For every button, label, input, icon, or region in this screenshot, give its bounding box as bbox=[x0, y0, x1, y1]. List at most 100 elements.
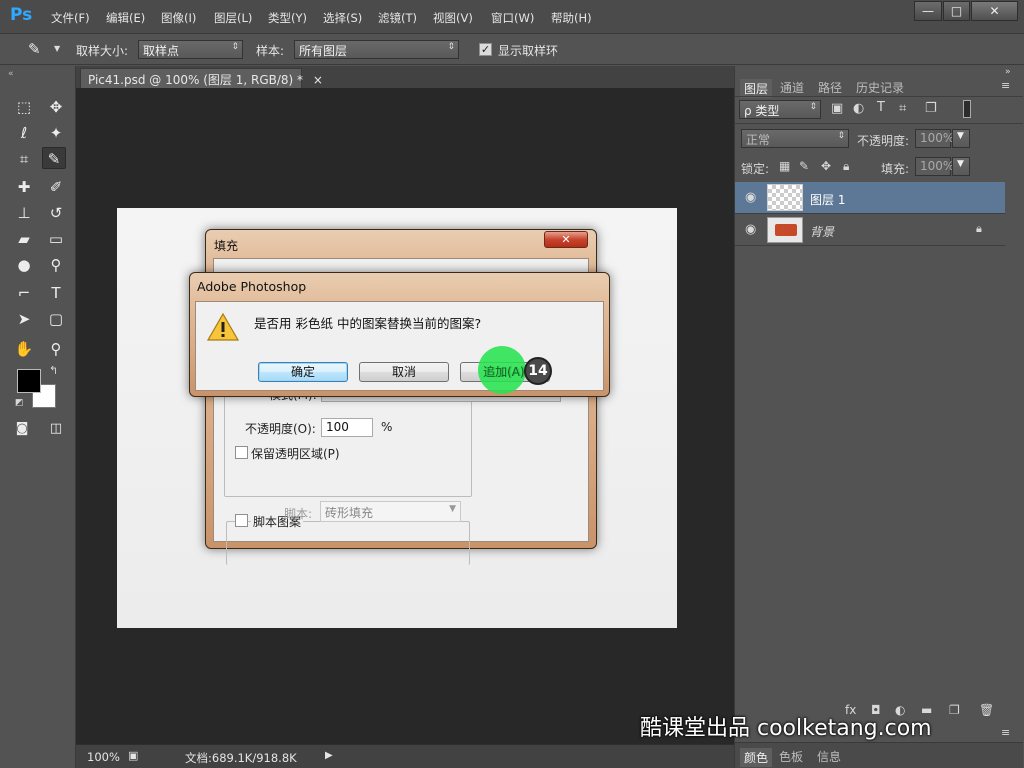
menu-file[interactable]: 文件(F) bbox=[51, 10, 90, 26]
crop-tool-icon[interactable]: ⌗ bbox=[12, 148, 36, 170]
lock-all-icon[interactable]: 🔒︎ bbox=[843, 159, 849, 174]
eraser-tool-icon[interactable]: ▰ bbox=[12, 228, 36, 250]
ok-button[interactable]: 确定 bbox=[258, 362, 348, 382]
chevron-down-icon: ▼ bbox=[449, 504, 456, 514]
rectangle-tool-icon[interactable]: ▢ bbox=[44, 308, 68, 330]
close-window-button[interactable]: ✕ bbox=[971, 1, 1018, 21]
visibility-eye-icon[interactable]: ◉ bbox=[745, 190, 756, 205]
menu-type[interactable]: 类型(Y) bbox=[268, 10, 307, 26]
lasso-tool-icon[interactable]: ℓ bbox=[12, 122, 36, 144]
fill-chevron-icon[interactable]: ▼ bbox=[952, 157, 970, 176]
layer-opacity-input[interactable]: 100% bbox=[915, 129, 954, 148]
menu-edit[interactable]: 编辑(E) bbox=[106, 10, 145, 26]
fill-dialog-close-button[interactable]: ✕ bbox=[544, 231, 588, 248]
layer-row-layer1[interactable]: ◉ 图层 1 bbox=[735, 182, 1005, 214]
shape-filter-icon[interactable]: ⌗ bbox=[899, 101, 906, 116]
move-tool-icon[interactable]: ✥ bbox=[44, 96, 68, 118]
eyedropper-tool-icon[interactable]: ✎ bbox=[42, 147, 66, 169]
layer-filter-select[interactable]: ρ 类型 ⇕ bbox=[739, 100, 821, 119]
tab-color[interactable]: 颜色 bbox=[740, 748, 773, 767]
new-layer-icon[interactable]: ❐ bbox=[949, 703, 960, 717]
blend-mode-select[interactable]: 正常 ⇕ bbox=[741, 129, 849, 148]
visibility-eye-icon[interactable]: ◉ bbox=[745, 222, 756, 237]
minimize-button[interactable]: — bbox=[914, 1, 942, 21]
tab-swatches[interactable]: 色板 bbox=[779, 748, 803, 765]
menu-layer[interactable]: 图层(L) bbox=[214, 10, 252, 26]
blur-tool-icon[interactable]: ● bbox=[12, 254, 36, 276]
lock-paint-icon[interactable]: ✎ bbox=[799, 159, 809, 173]
path-selection-tool-icon[interactable]: ➤ bbox=[12, 308, 36, 330]
script-pattern-checkbox[interactable] bbox=[235, 514, 248, 527]
dodge-tool-icon[interactable]: ⚲ bbox=[44, 254, 68, 276]
collapse-icon[interactable]: « bbox=[8, 69, 14, 79]
opacity-input[interactable]: 100 bbox=[321, 418, 373, 437]
script-field-label: 脚本: bbox=[284, 507, 313, 521]
sample-select[interactable]: 所有图层 ⇕ bbox=[294, 40, 459, 59]
menu-view[interactable]: 视图(V) bbox=[433, 10, 473, 26]
document-tab[interactable]: Pic41.psd @ 100% (图层 1, RGB/8) * × bbox=[80, 68, 323, 88]
image-filter-icon[interactable]: ▣ bbox=[831, 101, 843, 116]
maximize-button[interactable]: □ bbox=[943, 1, 970, 21]
history-brush-tool-icon[interactable]: ↺ bbox=[44, 202, 68, 224]
background-layer-name[interactable]: 背景 bbox=[810, 223, 834, 240]
panel-menu-icon[interactable]: ≡ bbox=[1001, 79, 1010, 92]
preserve-transparency-checkbox[interactable] bbox=[235, 446, 248, 459]
panel-menu-icon[interactable]: ≡ bbox=[1001, 726, 1010, 739]
eyedropper-icon[interactable]: ✎ bbox=[28, 40, 41, 58]
lock-position-icon[interactable]: ✥ bbox=[821, 159, 831, 173]
quick-mask-icon[interactable]: ◙ bbox=[10, 418, 34, 440]
lock-pixels-icon[interactable]: ▦ bbox=[779, 159, 790, 173]
magic-wand-tool-icon[interactable]: ✦ bbox=[44, 122, 68, 144]
status-menu-arrow-icon[interactable]: ▶ bbox=[325, 750, 333, 761]
menu-select[interactable]: 选择(S) bbox=[323, 10, 362, 26]
default-colors-icon[interactable]: ◩ bbox=[15, 398, 24, 408]
tab-history[interactable]: 历史记录 bbox=[856, 79, 904, 96]
screen-mode-icon[interactable]: ◫ bbox=[44, 418, 68, 440]
brush-tool-icon[interactable]: ✐ bbox=[44, 176, 68, 198]
type-tool-icon[interactable]: T bbox=[44, 282, 68, 304]
menu-help[interactable]: 帮助(H) bbox=[551, 10, 592, 26]
chevron-updown-icon: ⇕ bbox=[447, 42, 455, 52]
sample-size-label: 取样大小: bbox=[76, 44, 129, 58]
healing-brush-tool-icon[interactable]: ✚ bbox=[12, 176, 36, 198]
zoom-level[interactable]: 100% bbox=[87, 750, 120, 764]
menu-filter[interactable]: 滤镜(T) bbox=[378, 10, 417, 26]
alert-message: 是否用 彩色纸 中的图案替换当前的图案? bbox=[254, 316, 482, 331]
tab-info[interactable]: 信息 bbox=[817, 748, 841, 765]
stamp-tool-icon[interactable]: ⊥ bbox=[12, 202, 36, 224]
zoom-tool-icon[interactable]: ⚲ bbox=[44, 338, 68, 360]
opacity-chevron-icon[interactable]: ▼ bbox=[952, 129, 970, 148]
show-ring-checkbox[interactable]: ✓ bbox=[479, 43, 492, 56]
menu-window[interactable]: 窗口(W) bbox=[491, 10, 534, 26]
swap-colors-icon[interactable]: ↰ bbox=[49, 364, 58, 377]
filter-toggle-icon[interactable] bbox=[963, 100, 971, 118]
tool-preset-chevron-icon[interactable]: ▼ bbox=[54, 44, 60, 53]
opacity-label: 不透明度(O): bbox=[245, 422, 316, 436]
foreground-color-swatch[interactable] bbox=[17, 369, 41, 393]
smart-object-filter-icon[interactable]: ❐ bbox=[925, 101, 937, 116]
sample-size-select[interactable]: 取样点 ⇕ bbox=[138, 40, 243, 59]
layer1-name[interactable]: 图层 1 bbox=[810, 191, 845, 208]
menu-image[interactable]: 图像(I) bbox=[161, 10, 196, 26]
marquee-tool-icon[interactable]: ⬚ bbox=[12, 96, 36, 118]
layer-lock-icon: 🔒︎ bbox=[976, 222, 982, 235]
show-ring-label: 显示取样环 bbox=[498, 44, 559, 58]
close-tab-icon[interactable]: × bbox=[313, 73, 323, 87]
cancel-button[interactable]: 取消 bbox=[359, 362, 449, 382]
gradient-tool-icon[interactable]: ▭ bbox=[44, 228, 68, 250]
tab-paths[interactable]: 路径 bbox=[818, 79, 842, 96]
trash-icon[interactable]: 🗑︎ bbox=[979, 703, 994, 717]
layer-fill-input[interactable]: 100% bbox=[915, 157, 954, 176]
pen-tool-icon[interactable]: ⌐ bbox=[12, 282, 36, 304]
layer-row-background[interactable]: ◉ 背景 🔒︎ bbox=[735, 214, 1005, 246]
hand-tool-icon[interactable]: ✋ bbox=[12, 338, 36, 360]
script-select[interactable]: 砖形填充 ▼ bbox=[320, 501, 461, 522]
warning-icon bbox=[207, 312, 239, 341]
tab-channels[interactable]: 通道 bbox=[780, 79, 804, 96]
photoshop-logo: Ps bbox=[10, 5, 33, 25]
type-filter-icon[interactable]: T bbox=[877, 100, 885, 115]
alert-dialog-title: Adobe Photoshop bbox=[197, 279, 307, 294]
fill-label: 填充: bbox=[881, 162, 910, 176]
adjustment-filter-icon[interactable]: ◐ bbox=[853, 101, 864, 116]
panel-collapse-icon[interactable]: » bbox=[1005, 67, 1011, 77]
